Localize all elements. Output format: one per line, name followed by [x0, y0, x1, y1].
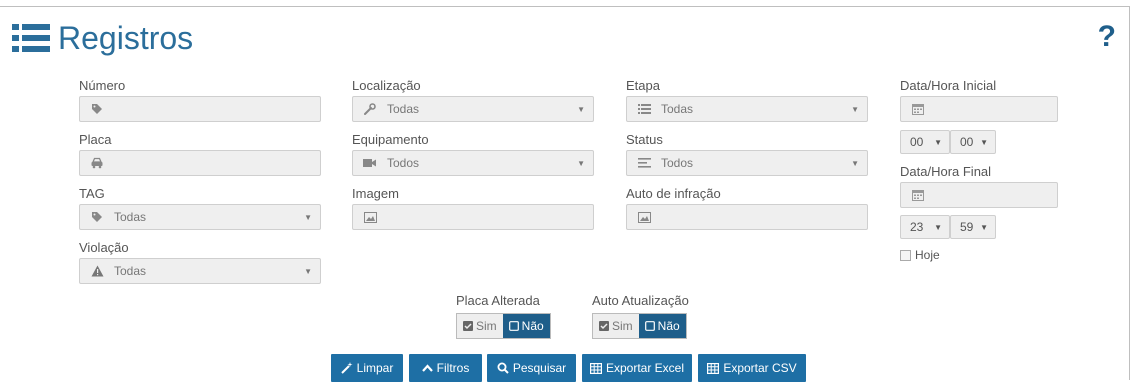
placa-alterada-sim-option[interactable]: Sim	[457, 314, 503, 338]
hoje-checkbox[interactable]	[900, 250, 911, 261]
auto-infracao-label: Auto de infração	[626, 186, 721, 201]
chevron-down-icon: ▼	[980, 138, 988, 147]
exportar-excel-label: Exportar Excel	[605, 361, 685, 375]
chevron-down-icon: ▼	[304, 267, 312, 276]
exportar-csv-button[interactable]: Exportar CSV	[698, 354, 806, 382]
square-icon	[644, 321, 655, 331]
chevron-down-icon: ▼	[934, 223, 942, 232]
auto-infracao-input[interactable]	[626, 204, 868, 230]
violacao-value: Todas	[114, 264, 147, 278]
chevron-down-icon: ▼	[577, 105, 585, 114]
placa-alterada-nao-option[interactable]: Não	[502, 314, 550, 338]
auto-atualizacao-nao-label: Não	[657, 319, 680, 333]
calendar-icon	[911, 188, 925, 202]
exportar-excel-button[interactable]: Exportar Excel	[582, 354, 692, 382]
table-icon	[707, 362, 720, 374]
localizacao-label: Localização	[352, 78, 421, 93]
tag-label: TAG	[79, 186, 105, 201]
chevron-up-icon	[421, 364, 433, 372]
placa-alterada-nao-label: Não	[521, 319, 544, 333]
video-camera-icon	[363, 156, 377, 170]
hora-inicial-select[interactable]: 00 ▼	[900, 130, 950, 154]
page-title: Registros	[58, 19, 194, 56]
equipamento-label: Equipamento	[352, 132, 429, 147]
table-icon	[589, 362, 602, 374]
violacao-select[interactable]: Todas ▼	[79, 258, 321, 284]
equipamento-select[interactable]: Todos ▼	[352, 150, 594, 176]
check-square-icon	[599, 321, 609, 331]
chevron-down-icon: ▼	[851, 105, 859, 114]
localizacao-select[interactable]: Todas ▼	[352, 96, 594, 122]
image-icon	[637, 210, 651, 224]
chevron-down-icon: ▼	[577, 159, 585, 168]
data-inicial-label: Data/Hora Inicial	[900, 78, 997, 93]
filtros-button[interactable]: Filtros	[409, 354, 482, 382]
tag-value: Todas	[114, 210, 147, 224]
list-icon	[12, 24, 50, 52]
etapa-label: Etapa	[626, 78, 660, 93]
minuto-inicial-value: 00	[960, 135, 974, 149]
chevron-down-icon: ▼	[980, 223, 988, 232]
etapa-value: Todas	[661, 102, 694, 116]
status-select[interactable]: Todos ▼	[626, 150, 868, 176]
status-label: Status	[626, 132, 663, 147]
calendar-icon	[911, 102, 925, 116]
pesquisar-button[interactable]: Pesquisar	[487, 354, 576, 382]
placa-alterada-toggle: Sim Não	[456, 313, 551, 339]
chevron-down-icon: ▼	[934, 138, 942, 147]
tag-icon	[90, 210, 104, 224]
hora-final-value: 23	[910, 220, 924, 234]
placa-label: Placa	[79, 132, 112, 147]
data-final-input[interactable]	[900, 182, 1058, 208]
tag-select[interactable]: Todas ▼	[79, 204, 321, 230]
data-final-label: Data/Hora Final	[900, 164, 992, 179]
car-icon	[90, 156, 104, 170]
localizacao-value: Todas	[387, 102, 420, 116]
auto-atualizacao-sim-option[interactable]: Sim	[593, 314, 639, 338]
auto-atualizacao-label: Auto Atualização	[592, 293, 689, 308]
image-icon	[363, 210, 377, 224]
square-icon	[508, 321, 519, 331]
numero-label: Número	[79, 78, 126, 93]
limpar-label: Limpar	[356, 361, 394, 375]
data-inicial-input[interactable]	[900, 96, 1058, 122]
minuto-inicial-select[interactable]: 00 ▼	[950, 130, 996, 154]
hoje-label: Hoje	[915, 248, 940, 262]
auto-atualizacao-sim-label: Sim	[612, 319, 633, 333]
status-value: Todos	[661, 156, 694, 170]
check-square-icon	[463, 321, 473, 331]
chevron-down-icon: ▼	[304, 213, 312, 222]
wrench-icon	[363, 102, 377, 116]
placa-alterada-label: Placa Alterada	[456, 293, 540, 308]
auto-atualizacao-nao-option[interactable]: Não	[638, 314, 686, 338]
search-icon	[497, 362, 509, 374]
hora-final-select[interactable]: 23 ▼	[900, 215, 950, 239]
numero-input[interactable]	[79, 96, 321, 122]
exportar-csv-label: Exportar CSV	[723, 361, 797, 375]
tag-icon	[90, 102, 104, 116]
placa-alterada-sim-label: Sim	[476, 319, 497, 333]
limpar-button[interactable]: Limpar	[331, 354, 403, 382]
chevron-down-icon: ▼	[851, 159, 859, 168]
placa-input[interactable]	[79, 150, 321, 176]
minuto-final-select[interactable]: 59 ▼	[950, 215, 996, 239]
magic-wand-icon	[340, 362, 353, 374]
equipamento-value: Todos	[387, 156, 420, 170]
align-left-icon	[637, 156, 651, 170]
auto-atualizacao-toggle: Sim Não	[592, 313, 687, 339]
etapa-select[interactable]: Todas ▼	[626, 96, 868, 122]
hora-inicial-value: 00	[910, 135, 924, 149]
violacao-label: Violação	[79, 240, 129, 255]
minuto-final-value: 59	[960, 220, 974, 234]
filtros-label: Filtros	[436, 361, 470, 375]
list-lines-icon	[637, 102, 651, 116]
imagem-input[interactable]	[352, 204, 594, 230]
imagem-label: Imagem	[352, 186, 399, 201]
warning-icon	[90, 264, 104, 278]
pesquisar-label: Pesquisar	[512, 361, 567, 375]
help-icon[interactable]: ?	[1098, 20, 1116, 54]
page-header: Registros	[12, 16, 193, 60]
